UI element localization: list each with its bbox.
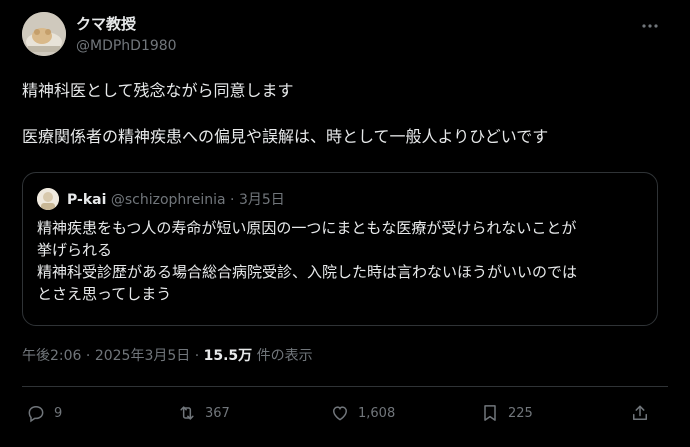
bookmark-count: 225 [508,405,533,421]
meta-dot: · [85,348,91,364]
quote-avatar [37,188,59,210]
bookmark-icon [484,405,496,421]
more-button[interactable] [638,14,662,38]
tweet-line-2: 医療関係者の精神疾患への偏見や誤解は、時として一般人よりひどいです [22,127,549,146]
tweet-line-1: 精神科医として残念ながら同意します [22,81,294,100]
quote-line: 精神科受診歴がある場合総合病院受診、入院した時は言わないほうがいいのでは [37,263,578,281]
reply-button[interactable]: 9 [26,402,62,424]
quote-author-handle[interactable]: @schizophreinia [111,192,226,208]
repost-icon [180,406,194,420]
share-icon [633,405,647,420]
avatar[interactable] [22,12,66,56]
author-handle[interactable]: @MDPhD1980 [76,38,177,54]
quote-separator: · [230,192,235,208]
tweet: クマ教授 @MDPhD1980 精神科医として残念ながら同意します 医療関係者の… [0,0,690,447]
bookmark-button[interactable]: 225 [480,402,533,424]
quote-author-name[interactable]: P-kai [67,192,106,208]
meta-dot: · [194,348,200,364]
post-date[interactable]: 2025年3月5日 [95,348,190,364]
quote-text: 精神疾患をもつ人の寿命が短い原因の一つにまともな医療が受けられないことが 挙げら… [37,217,647,305]
quoted-tweet[interactable]: P-kai @schizophreinia · 3月5日 精神疾患をもつ人の寿命… [22,172,658,326]
display-name[interactable]: クマ教授 [76,13,136,34]
quote-line: 精神疾患をもつ人の寿命が短い原因の一つにまともな医療が受けられないことが [37,219,577,237]
tweet-meta: 午後2:06 · 2025年3月5日 · 15.5万 件の表示 [22,345,313,365]
reply-count: 9 [54,405,63,421]
share-button[interactable] [630,402,650,424]
heart-icon [332,406,348,421]
quote-header: P-kai @schizophreinia · 3月5日 [67,189,285,209]
more-icon [642,24,658,28]
reply-icon [28,405,44,423]
repost-button[interactable]: 367 [177,402,230,424]
views-label: 件の表示 [256,348,313,364]
tweet-text: 精神科医として残念ながら同意します 医療関係者の精神疾患への偏見や誤解は、時とし… [22,80,672,148]
like-count: 1,608 [358,405,396,421]
views-count: 15.5万 [203,348,253,364]
quote-line: とさえ思ってしまう [37,285,172,303]
divider [22,386,668,387]
quote-line: 挙げられる [37,241,113,259]
post-time[interactable]: 午後2:06 [22,348,81,364]
like-button[interactable]: 1,608 [330,402,395,424]
repost-count: 367 [205,405,230,421]
quote-date[interactable]: 3月5日 [239,192,285,208]
